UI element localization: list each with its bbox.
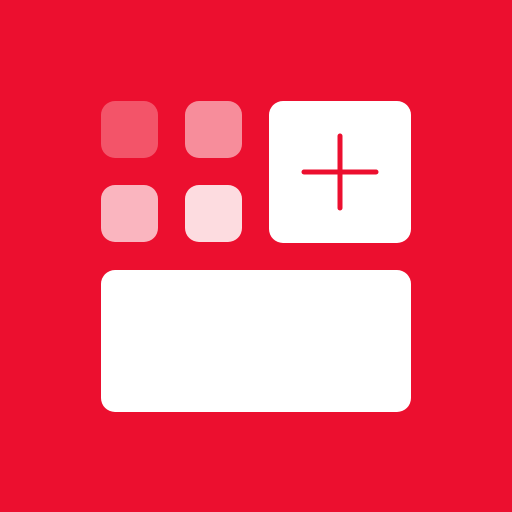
widget-tile-1 — [101, 101, 158, 158]
wide-widget-block — [101, 270, 411, 412]
widget-tile-2 — [185, 101, 242, 158]
widget-tile-3 — [101, 185, 158, 242]
widget-tile-4 — [185, 185, 242, 242]
app-icon — [0, 0, 512, 512]
plus-icon — [301, 133, 379, 211]
add-widget-tile — [269, 101, 411, 243]
